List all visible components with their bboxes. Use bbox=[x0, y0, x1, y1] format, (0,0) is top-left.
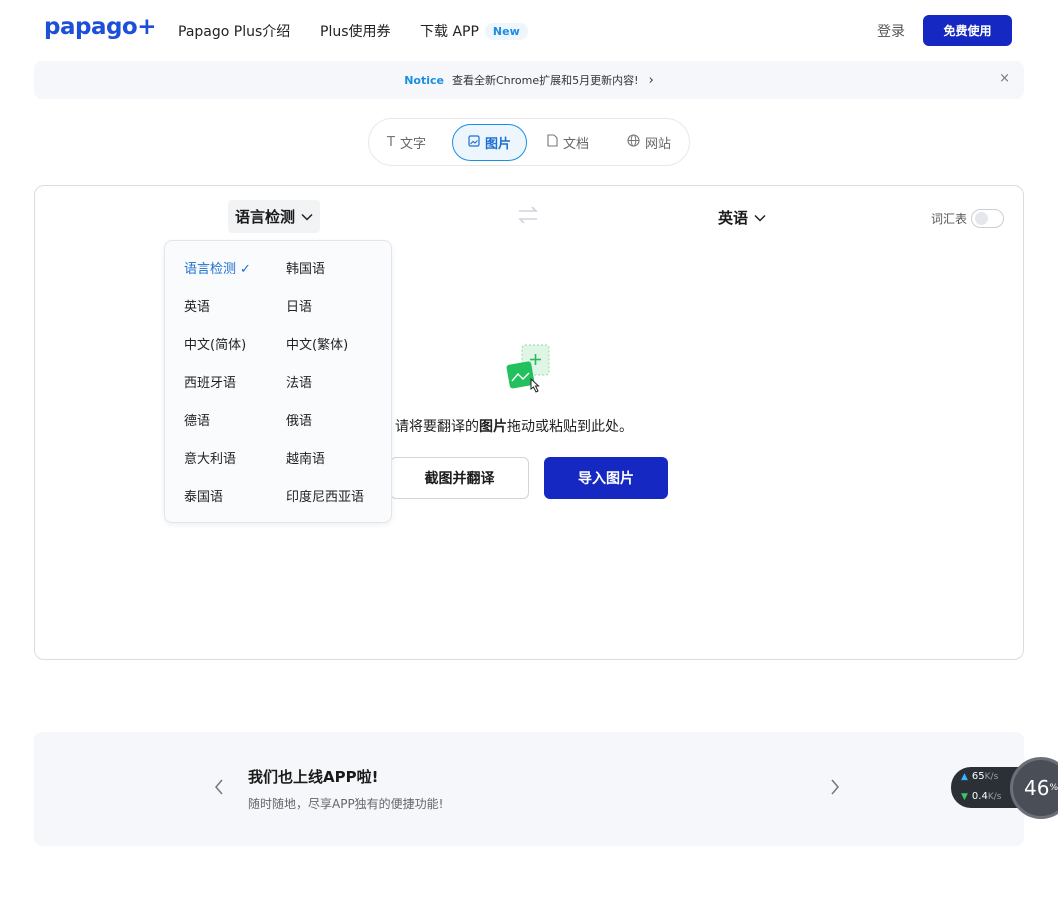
chevron-right-icon[interactable] bbox=[830, 778, 840, 801]
gauge-value: 46 bbox=[1023, 776, 1050, 800]
login-link[interactable]: 登录 bbox=[877, 21, 905, 41]
banner-subtitle: 随时随地，尽享APP独有的便捷功能! bbox=[248, 797, 444, 811]
tab-text-label: 文字 bbox=[399, 137, 426, 152]
new-badge: New bbox=[484, 23, 528, 40]
tab-website[interactable]: 网站 bbox=[627, 124, 671, 161]
image-icon bbox=[468, 134, 480, 151]
language-option[interactable]: 德语 bbox=[184, 410, 210, 429]
language-option[interactable]: 中文(繁体) bbox=[286, 334, 348, 353]
drop-instruction: 请将要翻译的图片拖动或粘贴到此处。 bbox=[395, 416, 633, 436]
nav-download-app[interactable]: 下载 APP New bbox=[420, 21, 528, 41]
tab-image[interactable]: 图片 bbox=[452, 124, 527, 161]
notice-text: 查看全新Chrome扩展和5月更新内容! bbox=[452, 74, 639, 87]
upload-value: 65 bbox=[971, 771, 985, 782]
drop-text-before: 请将要翻译的 bbox=[395, 419, 479, 435]
close-icon[interactable]: × bbox=[999, 71, 1010, 86]
chevron-down-icon bbox=[754, 211, 766, 225]
tab-document-label: 文档 bbox=[563, 137, 590, 152]
chevron-down-icon bbox=[301, 210, 313, 224]
tab-website-label: 网站 bbox=[645, 137, 672, 152]
tab-document[interactable]: 文档 bbox=[547, 124, 589, 161]
download-unit: K/s bbox=[987, 792, 1002, 802]
notice-label: Notice bbox=[404, 73, 444, 87]
nav-download-app-label: 下载 APP bbox=[420, 24, 479, 40]
language-option[interactable]: 越南语 bbox=[286, 448, 325, 467]
tab-text[interactable]: T 文字 bbox=[387, 124, 426, 161]
upload-unit: K/s bbox=[984, 772, 999, 782]
document-icon bbox=[547, 134, 558, 151]
free-use-button[interactable]: 免费使用 bbox=[923, 15, 1012, 46]
gauge-percent-sign: % bbox=[1049, 783, 1058, 793]
papago-logo[interactable]: papago+ bbox=[44, 14, 157, 40]
language-option-label: 语言检测 bbox=[184, 262, 237, 277]
logo-plus: + bbox=[137, 14, 157, 40]
toggle-switch[interactable] bbox=[971, 209, 1005, 228]
arrow-up-icon: ▲ bbox=[961, 772, 968, 782]
notice-bar[interactable]: Notice 查看全新Chrome扩展和5月更新内容! › × bbox=[34, 61, 1024, 99]
download-value: 0.4 bbox=[971, 791, 988, 802]
language-option[interactable]: 西班牙语 bbox=[184, 372, 236, 391]
banner-title: 我们也上线APP啦! bbox=[248, 768, 379, 786]
source-language-dropdown: 语言检测 ✓ 英语 中文(简体) 西班牙语 德语 意大利语 泰国语 韩国语 日语 … bbox=[164, 240, 392, 523]
chevron-right-icon: › bbox=[648, 72, 654, 88]
language-option[interactable]: 日语 bbox=[286, 296, 312, 315]
mode-tabs: T 文字 图片 文档 网站 bbox=[368, 118, 690, 166]
upload-speed: ▲ 65K/s bbox=[961, 771, 998, 782]
tab-image-label: 图片 bbox=[484, 137, 511, 152]
language-option[interactable]: 俄语 bbox=[286, 410, 312, 429]
chevron-left-icon[interactable] bbox=[214, 778, 224, 801]
import-image-button[interactable]: 导入图片 bbox=[544, 457, 668, 499]
download-speed: ▼ 0.4K/s bbox=[961, 791, 1001, 802]
language-option[interactable]: 泰国语 bbox=[184, 486, 223, 505]
source-language-select[interactable]: 语言检测 bbox=[228, 200, 321, 233]
swap-languages-icon[interactable] bbox=[517, 205, 539, 230]
language-option[interactable]: 语言检测 ✓ bbox=[184, 258, 251, 277]
globe-icon bbox=[627, 134, 640, 151]
vocabulary-toggle[interactable]: 词汇表 bbox=[931, 209, 1005, 228]
language-option[interactable]: 韩国语 bbox=[286, 258, 325, 277]
language-option[interactable]: 印度尼西亚语 bbox=[286, 486, 364, 505]
target-language-label: 英语 bbox=[718, 209, 749, 227]
nav-plus-voucher[interactable]: Plus使用券 bbox=[320, 21, 391, 41]
target-language-select[interactable]: 英语 bbox=[718, 207, 766, 228]
language-option[interactable]: 意大利语 bbox=[184, 448, 236, 467]
drop-text-bold: 图片 bbox=[479, 419, 507, 435]
checkmark-icon: ✓ bbox=[240, 262, 251, 277]
language-option[interactable]: 中文(简体) bbox=[184, 334, 246, 353]
toggle-knob bbox=[975, 212, 989, 225]
drop-text-after: 拖动或粘贴到此处。 bbox=[507, 419, 633, 435]
language-option[interactable]: 英语 bbox=[184, 296, 210, 315]
header: papago+ Papago Plus介绍 Plus使用券 下载 APP New … bbox=[0, 0, 1058, 60]
arrow-down-icon: ▼ bbox=[961, 792, 968, 802]
vocabulary-label: 词汇表 bbox=[931, 212, 968, 226]
source-language-label: 语言检测 bbox=[235, 208, 296, 226]
text-icon: T bbox=[387, 135, 395, 150]
capture-translate-button[interactable]: 截图并翻译 bbox=[390, 457, 529, 499]
image-upload-icon bbox=[505, 343, 555, 398]
logo-text: papago bbox=[44, 14, 138, 40]
app-promo-banner bbox=[34, 732, 1024, 846]
language-option[interactable]: 法语 bbox=[286, 372, 312, 391]
nav-papago-plus-intro[interactable]: Papago Plus介绍 bbox=[178, 21, 290, 41]
